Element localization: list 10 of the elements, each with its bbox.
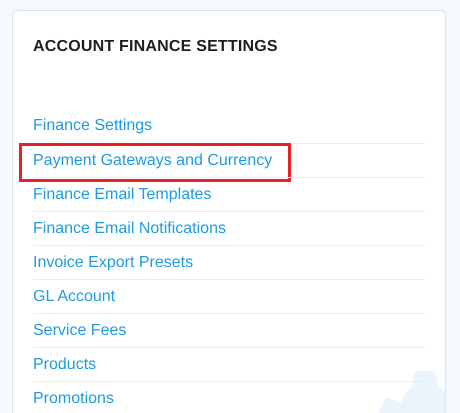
panel-title: ACCOUNT FINANCE SETTINGS [33,37,279,57]
settings-link[interactable]: Service Fees [33,320,126,340]
settings-link[interactable]: Payment Gateways and Currency [33,150,272,170]
settings-link[interactable]: Finance Email Templates [33,184,212,204]
settings-link[interactable]: Finance Email Notifications [33,218,226,238]
settings-link[interactable]: GL Account [33,286,116,306]
settings-link[interactable]: Promotions [33,388,114,408]
settings-link[interactable]: Finance Settings [33,116,152,136]
settings-link[interactable]: Products [33,354,96,374]
settings-link[interactable]: Invoice Export Presets [33,252,194,272]
